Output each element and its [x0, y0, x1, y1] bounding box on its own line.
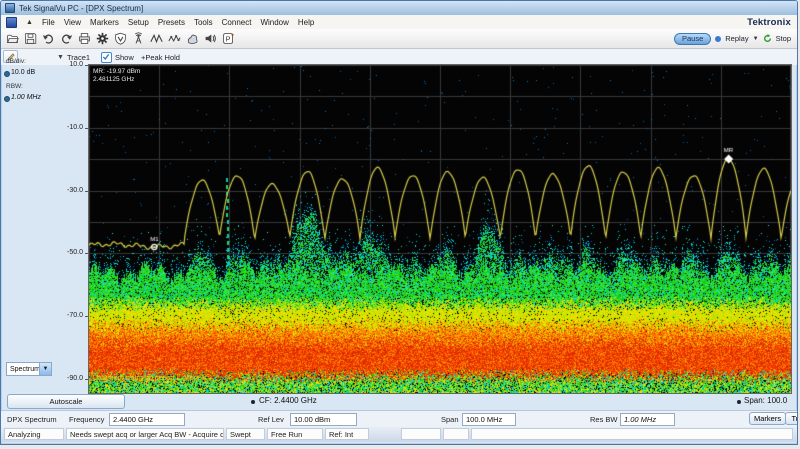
menu-item-markers[interactable]: Markers	[90, 18, 119, 27]
res-bw-label: Res BW	[590, 415, 618, 424]
warmup-warning-text[interactable]: Data from warm-up period ... More»	[93, 375, 204, 382]
trace-bar: ▼ Trace1 Show +Peak Hold	[1, 49, 797, 65]
replay-icon	[715, 35, 722, 42]
print-icon[interactable]	[77, 31, 94, 47]
show-label: Show	[115, 52, 134, 62]
db-div-label: dB/div:	[6, 58, 26, 65]
db-div-bullet-icon[interactable]	[4, 71, 10, 77]
y-axis-tick-mark	[85, 316, 88, 318]
frequency-input[interactable]	[109, 413, 185, 426]
pause-button[interactable]: Pause	[673, 32, 712, 45]
speaker-icon[interactable]	[203, 31, 220, 47]
menu-item-setup[interactable]: Setup	[128, 18, 149, 27]
autoscale-button[interactable]: Autoscale	[7, 394, 125, 409]
dpx-blob-icon[interactable]	[185, 31, 202, 47]
stop-icon	[763, 34, 772, 43]
status-bar: Analyzing Needs swept acq or larger Acq B…	[1, 427, 797, 442]
trace-function-label[interactable]: +Peak Hold	[141, 53, 180, 62]
title-bar[interactable]: Tek SignalVu PC - [DPX Spectrum]	[1, 1, 797, 15]
menu-item-view[interactable]: View	[64, 18, 81, 27]
open-icon[interactable]	[5, 31, 22, 47]
status-cell-analyzing: Analyzing	[4, 428, 64, 440]
status-cell-ref-int: Ref: Int	[325, 428, 369, 440]
trace-button[interactable]: Tra	[785, 412, 797, 425]
cf-readout[interactable]: CF: 2.4400 GHz	[259, 396, 317, 405]
svg-text:P: P	[226, 34, 231, 43]
trace-dropdown-chevron-icon[interactable]: ▼	[57, 54, 64, 61]
marker-readout-frequency: 2.481125 GHz	[93, 76, 135, 83]
res-bw-input[interactable]	[620, 413, 675, 426]
ref-lev-input[interactable]	[290, 413, 357, 426]
view-name-label: DPX Spectrum	[7, 415, 57, 424]
waveform-points-icon[interactable]	[167, 31, 184, 47]
marker-readout: MR: -19.97 dBm 2.481125 GHz	[93, 68, 140, 84]
markers-button[interactable]: Markers	[749, 412, 787, 425]
app-icon	[5, 3, 15, 13]
spectrum-display: MR: -19.97 dBm 2.481125 GHz Data from wa…	[89, 65, 791, 393]
p-flag-icon[interactable]: P	[221, 31, 238, 47]
y-axis-tick-label: -50.0	[67, 249, 83, 257]
child-window-icon[interactable]	[6, 16, 17, 28]
frequency-label: Frequency	[69, 415, 105, 424]
menu-item-presets[interactable]: Presets	[158, 18, 185, 27]
menu-bar: ▲ File View Markers Setup Presets Tools Connec…	[1, 15, 797, 30]
save-icon[interactable]	[23, 31, 40, 47]
span-label: Span	[441, 415, 459, 424]
y-axis-tick-label: -10.0	[67, 123, 83, 131]
settings-gear-icon[interactable]	[95, 31, 112, 47]
view-selector-value: Spectrum	[10, 366, 40, 373]
y-axis-tick-label: -30.0	[67, 186, 83, 194]
span-readout[interactable]: Span: 100.0	[744, 396, 787, 405]
marker-readout-amplitude: MR: -19.97 dBm	[93, 68, 141, 75]
y-axis-tick-mark	[85, 127, 88, 129]
status-cell-free-run: Free Run	[267, 428, 323, 440]
menu-item-window[interactable]: Window	[260, 18, 288, 27]
y-axis-tick-mark	[85, 190, 88, 192]
window-title: Tek SignalVu PC - [DPX Spectrum]	[19, 3, 144, 13]
y-axis-tick-mark	[85, 378, 88, 380]
status-cell-empty-7	[471, 428, 793, 440]
status-cell-swept: Swept	[226, 428, 265, 440]
show-checkbox[interactable]	[101, 52, 112, 63]
waveform-icon[interactable]	[149, 31, 166, 47]
ref-lev-label: Ref Lev	[258, 415, 284, 424]
span-input[interactable]	[462, 413, 516, 426]
menu-item-connect[interactable]: Connect	[222, 18, 252, 27]
rbw-bullet-icon[interactable]	[4, 96, 10, 102]
main-toolbar: P Pause Replay ▼ Stop	[1, 29, 797, 49]
replay-label[interactable]: Replay	[725, 34, 748, 43]
y-axis-tick-label: -70.0	[67, 312, 83, 320]
undo-icon[interactable]	[41, 31, 58, 47]
y-axis-tick-label: -90.0	[67, 374, 83, 382]
toolbar-icons: P	[5, 31, 238, 47]
tektronix-logo: Tektronix	[747, 16, 791, 28]
antenna-icon[interactable]	[131, 31, 148, 47]
shield-icon[interactable]	[113, 31, 130, 47]
status-cell-needs-swept-acq-or-l: Needs swept acq or larger Acq BW - Acqui…	[66, 428, 224, 440]
restore-arrow-icon[interactable]: ▲	[26, 19, 33, 26]
status-cell-empty-6	[443, 428, 469, 440]
y-axis-tick-mark	[85, 253, 88, 255]
y-axis-tick-mark	[85, 65, 88, 66]
dropdown-arrow-icon[interactable]: ▼	[39, 363, 51, 375]
y-axis-tick-label: 10.0	[69, 61, 83, 68]
menu-items: File View Markers Setup Presets Tools Connect W…	[42, 18, 314, 27]
span-bullet-icon[interactable]	[737, 400, 741, 404]
dpx-bitmap-canvas[interactable]	[89, 65, 791, 393]
redo-icon[interactable]	[59, 31, 76, 47]
run-controls: Pause Replay ▼ Stop	[673, 32, 793, 45]
db-div-value[interactable]: 10.0 dB	[11, 69, 35, 76]
replay-caret-icon[interactable]: ▼	[753, 36, 759, 42]
rbw-label: RBW:	[6, 83, 23, 90]
cf-bullet-icon[interactable]	[251, 400, 255, 404]
status-cell-empty-5	[401, 428, 441, 440]
app-window: Tek SignalVu PC - [DPX Spectrum] ▲ File V…	[0, 0, 798, 445]
settings-bar: DPX Spectrum Frequency Ref Lev Span Res …	[1, 410, 797, 427]
menu-item-tools[interactable]: Tools	[194, 18, 213, 27]
rbw-value[interactable]: 1.00 MHz	[11, 94, 41, 101]
menu-item-help[interactable]: Help	[298, 18, 314, 27]
stop-label[interactable]: Stop	[776, 34, 791, 43]
menu-item-file[interactable]: File	[42, 18, 55, 27]
